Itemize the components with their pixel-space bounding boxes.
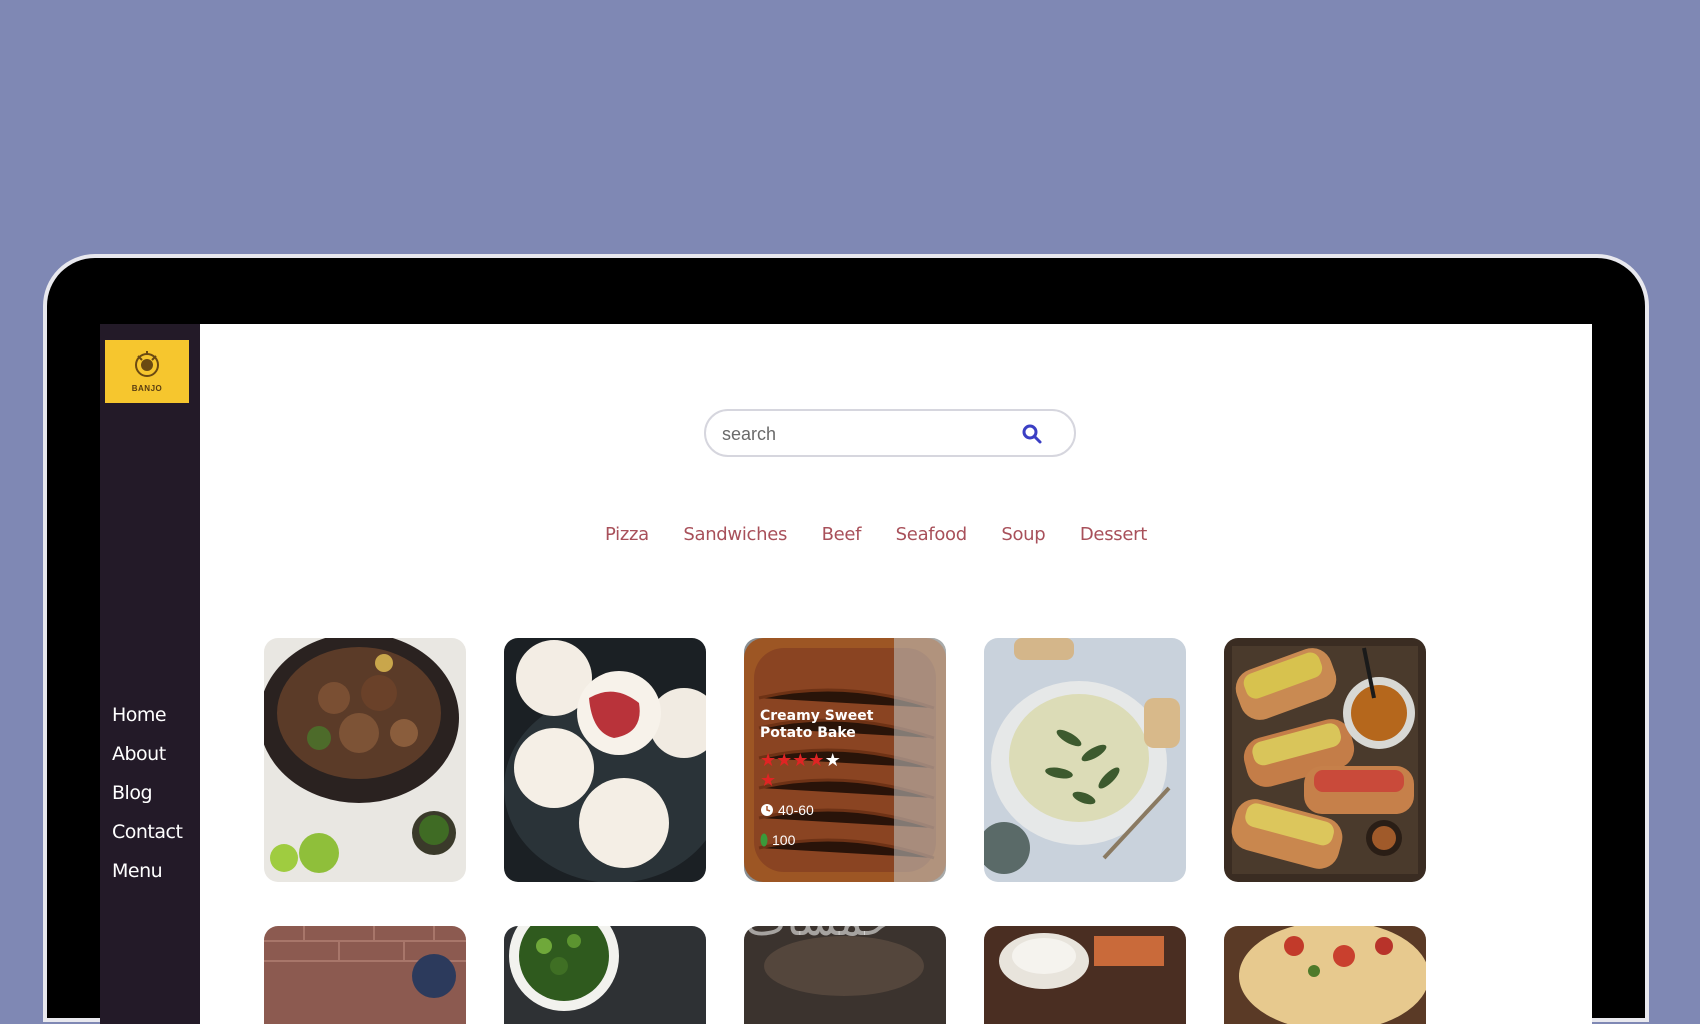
- star-icon: ★: [792, 750, 809, 770]
- category-list: Pizza Sandwiches Beef Seafood Soup Desse…: [200, 524, 1592, 545]
- stew-image: [264, 638, 466, 882]
- recipe-card-row2-4[interactable]: [984, 926, 1186, 1024]
- logo-emblem-icon: [135, 351, 159, 377]
- category-sandwiches[interactable]: Sandwiches: [683, 524, 787, 545]
- star-icon: ★: [808, 750, 825, 770]
- sidebar: BANJO Home About Blog Contact Menu: [100, 324, 200, 1024]
- star-icon: ★: [776, 750, 793, 770]
- greens-image: [504, 926, 706, 1024]
- clock-icon: [761, 804, 773, 816]
- star-icon: ★: [760, 750, 777, 770]
- logo[interactable]: BANJO: [105, 340, 189, 403]
- calories: 100: [760, 832, 890, 848]
- recipe-card-bao[interactable]: [504, 638, 706, 882]
- nav-home[interactable]: Home: [112, 696, 182, 735]
- pizza-image: [1224, 926, 1426, 1024]
- nav-blog[interactable]: Blog: [112, 774, 182, 813]
- bao-buns-image: [504, 638, 706, 882]
- calories-value: 100: [772, 832, 796, 848]
- leaf-icon: [760, 833, 768, 847]
- sandwiches-image: [1224, 638, 1426, 882]
- search-input[interactable]: [720, 420, 1014, 448]
- recipe-card-row2-5[interactable]: [1224, 926, 1426, 1024]
- soup-image: [984, 638, 1186, 882]
- category-pizza[interactable]: Pizza: [605, 524, 649, 545]
- cook-time-value: 40-60: [778, 802, 814, 818]
- search-bar: [704, 409, 1076, 457]
- watermark: خمسات: [745, 895, 892, 946]
- category-beef[interactable]: Beef: [822, 524, 862, 545]
- main-content: Pizza Sandwiches Beef Seafood Soup Desse…: [200, 324, 1592, 1024]
- category-soup[interactable]: Soup: [1001, 524, 1045, 545]
- category-seafood[interactable]: Seafood: [896, 524, 968, 545]
- recipe-card-stew[interactable]: [264, 638, 466, 882]
- sidebar-nav: Home About Blog Contact Menu: [112, 696, 183, 891]
- nav-contact[interactable]: Contact: [112, 813, 183, 852]
- recipe-card-row2-1[interactable]: [264, 926, 466, 1024]
- logo-text: BANJO: [131, 384, 163, 393]
- rice-bowl-image: [984, 926, 1186, 1024]
- recipe-card-sandwiches[interactable]: [1224, 638, 1426, 882]
- featured-overlay: Creamy Sweet Potato Bake ★★★★★ ★ 40-60 1…: [760, 708, 890, 848]
- rating-stars: ★★★★★ ★: [760, 750, 880, 790]
- category-dessert[interactable]: Dessert: [1080, 524, 1147, 545]
- recipe-title: Creamy Sweet Potato Bake: [760, 708, 874, 741]
- recipe-card-row2-2[interactable]: [504, 926, 706, 1024]
- nav-about[interactable]: About: [112, 735, 182, 774]
- star-icon: ★: [760, 770, 777, 790]
- recipe-card-featured[interactable]: Creamy Sweet Potato Bake ★★★★★ ★ 40-60 1…: [744, 638, 946, 882]
- brick-image: [264, 926, 466, 1024]
- star-icon: ★: [824, 750, 841, 770]
- nav-menu[interactable]: Menu: [112, 852, 182, 891]
- cook-time: 40-60: [760, 802, 890, 818]
- recipe-card-soup[interactable]: [984, 638, 1186, 882]
- search-icon[interactable]: [1020, 422, 1044, 446]
